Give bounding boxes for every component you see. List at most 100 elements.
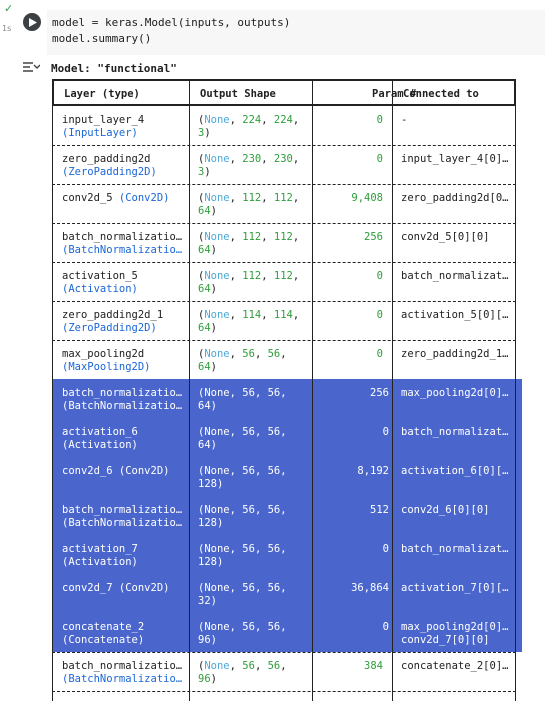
shape-dim: 96: [198, 634, 211, 646]
shape-none: None: [204, 153, 230, 165]
output-shape: (None, 56, 56,: [198, 621, 287, 633]
output-shape: (None, 56, 56,: [198, 582, 287, 594]
run-cell-button[interactable]: [23, 13, 41, 31]
shape-dim: 112: [242, 192, 262, 204]
param-count: 9,408: [351, 192, 383, 204]
connected-to: activation_6[0][…: [401, 465, 509, 477]
shape-dim: 112: [273, 231, 293, 243]
table-row[interactable]: activation_7 (Activation) (None, 56, 56, 12…: [52, 535, 522, 574]
shape-dim: 224: [242, 114, 262, 126]
param-count: 0: [376, 309, 383, 321]
layer-type: (BatchNormalizatio…: [62, 517, 183, 529]
table-row[interactable]: activation_6 (Activation) (None, 56, 56, 64…: [52, 418, 522, 457]
output-shape-cont: 64): [198, 283, 217, 295]
shape-dim: 128: [198, 517, 217, 529]
shape-dim: 64: [198, 400, 211, 412]
shape-dim: 224: [273, 114, 293, 126]
param-count: 8,192: [357, 465, 389, 477]
connected-to: batch_normalizat…: [401, 270, 509, 282]
shape-dim: 112: [242, 270, 262, 282]
param-count: 256: [364, 231, 383, 243]
connected-to: conv2d_6[0][0]: [401, 504, 490, 516]
output-shape: (None, 56, 56,: [198, 387, 287, 399]
table-row[interactable]: zero_padding2d_1 (ZeroPadding2D) (None, 11…: [52, 301, 516, 340]
table-row[interactable]: batch_normalizatio… (BatchNormalizatio… (N…: [52, 379, 522, 418]
connected-to: max_pooling2d[0]…: [401, 387, 509, 399]
layer-name: zero_padding2d_1: [62, 309, 164, 321]
table-row[interactable]: conv2d_7 (Conv2D) (None, 56, 56, 32) 36,864…: [52, 574, 522, 613]
table-row[interactable]: conv2d_5 (Conv2D) (None, 112, 112, 64) 9,40…: [52, 184, 516, 223]
param-count: 0: [382, 621, 389, 633]
param-count: 0: [376, 114, 383, 126]
output-shape-cont: 64): [198, 244, 217, 256]
connected-to: conv2d_7[0][0]: [401, 634, 490, 646]
layer-name: concatenate_2: [62, 621, 145, 633]
connected-to: -: [401, 114, 408, 126]
connected-to: zero_padding2d_1…: [401, 348, 509, 360]
column-divider: [52, 79, 53, 701]
table-row[interactable]: batch_normalizatio… (BatchNormalizatio… (N…: [52, 652, 516, 691]
layer-cell: conv2d_5 (Conv2D): [62, 192, 169, 205]
layer-name: activation_5: [62, 270, 138, 282]
layer-type: (Conv2D): [112, 582, 170, 594]
table-row[interactable]: activation_5 (Activation) (None, 112, 112,…: [52, 262, 516, 301]
output-shape-cont: 64): [198, 361, 217, 373]
output-shape: (None, 56, 56,: [198, 504, 287, 516]
table-row[interactable]: input_layer_4 (InputLayer) (None, 224, 224…: [52, 106, 516, 145]
shape-dim: 56: [267, 387, 281, 399]
table-row[interactable]: batch_normalizatio… (BatchNormalizatio… (N…: [52, 496, 522, 535]
param-count: 0: [376, 348, 383, 360]
shape-dim: 56: [242, 582, 255, 594]
connected-to: zero_padding2d[0…: [401, 192, 509, 204]
shape-dim: 64: [198, 205, 211, 217]
play-icon: [29, 17, 37, 27]
code-line-2: model.summary(): [52, 32, 152, 45]
layer-type: (Activation): [62, 556, 138, 568]
output-shape-cont: 64): [198, 400, 217, 412]
table-row[interactable]: conv2d_6 (Conv2D) (None, 56, 56, 128) 8,192…: [52, 457, 522, 496]
layer-name: batch_normalizatio…: [62, 504, 183, 516]
header-connected-to: Connected to: [403, 88, 479, 100]
shape-dim: 56: [267, 426, 281, 438]
shape-none: None: [204, 426, 230, 438]
param-count: 0: [376, 270, 383, 282]
shape-dim: 56: [242, 387, 255, 399]
layer-cell: conv2d_6 (Conv2D): [62, 465, 169, 478]
output-shape: (None, 56, 56,: [198, 465, 287, 477]
output-shape: (None, 56, 56,: [198, 426, 287, 438]
column-divider: [189, 79, 190, 701]
table-row[interactable]: concatenate_2 (Concatenate) (None, 56, 56,…: [52, 613, 522, 652]
shape-dim: 64: [198, 322, 211, 334]
layer-name: conv2d_5: [62, 192, 113, 204]
layer-name: max_pooling2d: [62, 348, 145, 360]
code-editor[interactable]: model = keras.Model(inputs, outputs) mod…: [47, 10, 545, 55]
shape-dim: 56: [242, 621, 255, 633]
shape-none: None: [204, 192, 230, 204]
table-row[interactable]: zero_padding2d (ZeroPadding2D) (None, 230,…: [52, 145, 516, 184]
shape-dim: 112: [273, 270, 293, 282]
shape-dim: 112: [242, 231, 262, 243]
layer-name: batch_normalizatio…: [62, 231, 183, 243]
table-row[interactable]: batch_normalizatio… (BatchNormalizatio… (N…: [52, 223, 516, 262]
shape-dim: 128: [198, 556, 217, 568]
output-shape-cont: 96): [198, 673, 217, 685]
header-layer-type: Layer (type): [64, 88, 140, 100]
table-row[interactable]: max_pooling2d (MaxPooling2D) (None, 56, 56…: [52, 340, 516, 379]
layer-type: (ZeroPadding2D): [62, 166, 157, 178]
layer-cell: conv2d_7 (Conv2D): [62, 582, 169, 595]
output-shape-cont: 128): [198, 556, 224, 568]
shape-dim: 56: [267, 660, 281, 672]
param-count: 256: [370, 387, 389, 399]
layer-type: (BatchNormalizatio…: [62, 244, 183, 256]
output-options-icon[interactable]: [22, 60, 40, 74]
shape-dim: 56: [242, 543, 255, 555]
shape-dim: 56: [242, 426, 255, 438]
output-shape: (None, 224, 224,: [198, 114, 300, 126]
connected-to: conv2d_5[0][0]: [401, 231, 490, 243]
shape-dim: 56: [242, 348, 255, 360]
shape-none: None: [204, 582, 230, 594]
connected-to: batch_normalizat…: [401, 426, 509, 438]
shape-dim: 32: [198, 595, 211, 607]
row-divider: [52, 691, 516, 692]
connected-to: activation_5[0][…: [401, 309, 509, 321]
